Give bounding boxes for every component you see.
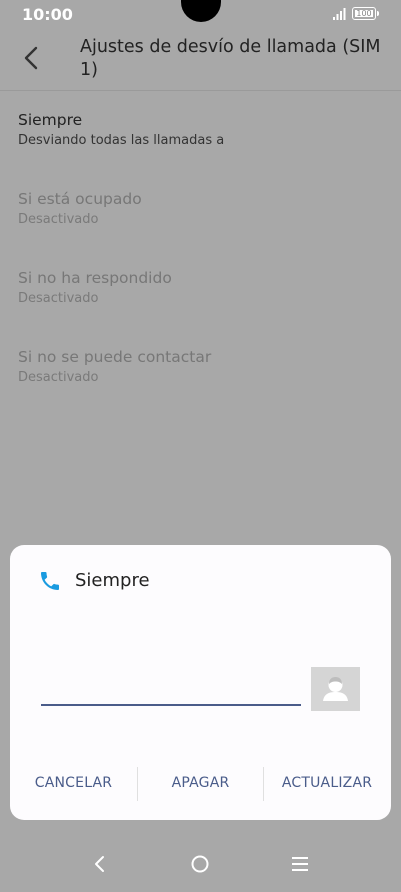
- turn-off-button[interactable]: APAGAR: [137, 763, 264, 803]
- screen: 10:00 100 Ajustes de desvío de llamada (…: [0, 0, 401, 892]
- dialog-actions: CANCELAR APAGAR ACTUALIZAR: [10, 763, 391, 803]
- cancel-button[interactable]: CANCELAR: [10, 763, 137, 803]
- phone-icon: [41, 572, 59, 590]
- list-item-always[interactable]: Siempre Desviando todas las llamadas a: [18, 110, 388, 150]
- back-arrow-icon[interactable]: [18, 44, 46, 72]
- nav-home-icon[interactable]: [190, 854, 210, 874]
- nav-recents-icon[interactable]: [290, 855, 310, 873]
- list-item-no-answer: Si no ha respondido Desactivado: [18, 268, 388, 308]
- list-item-title: Si no ha respondido: [18, 269, 172, 287]
- list-item-busy: Si está ocupado Desactivado: [18, 189, 388, 229]
- list-item-unreachable: Si no se puede contactar Desactivado: [18, 347, 388, 387]
- battery-level: 100: [355, 9, 373, 18]
- update-button[interactable]: ACTUALIZAR: [263, 763, 391, 803]
- list-item-subtitle: Desactivado: [18, 212, 99, 227]
- signal-icon: [333, 8, 346, 20]
- battery-cap: [377, 11, 379, 16]
- page-title: Ajustes de desvío de llamada (SIM 1): [80, 37, 381, 80]
- contact-picker-button[interactable]: [311, 667, 360, 711]
- status-bar: 10:00 100: [0, 0, 401, 30]
- status-time: 10:00: [22, 5, 73, 24]
- forward-number-input[interactable]: [41, 682, 301, 706]
- forward-number-dialog: Siempre CANCELAR APAGAR ACTUALIZAR: [10, 545, 391, 820]
- list-item-title: Siempre: [18, 111, 83, 129]
- navigation-bar: [0, 838, 401, 892]
- dialog-title: Siempre: [75, 570, 150, 591]
- contact-icon: [323, 677, 348, 701]
- list-item-subtitle: Desactivado: [18, 291, 99, 306]
- nav-back-icon[interactable]: [90, 854, 110, 874]
- list-item-title: Si no se puede contactar: [18, 348, 212, 366]
- list-item-subtitle: Desactivado: [18, 370, 99, 385]
- camera-notch: [181, 0, 221, 22]
- list-item-subtitle: Desviando todas las llamadas a: [18, 133, 225, 148]
- app-bar-divider: [0, 90, 401, 91]
- list-item-title: Si está ocupado: [18, 190, 142, 208]
- battery-icon: 100: [352, 7, 379, 20]
- app-bar: Ajustes de desvío de llamada (SIM 1): [0, 30, 401, 90]
